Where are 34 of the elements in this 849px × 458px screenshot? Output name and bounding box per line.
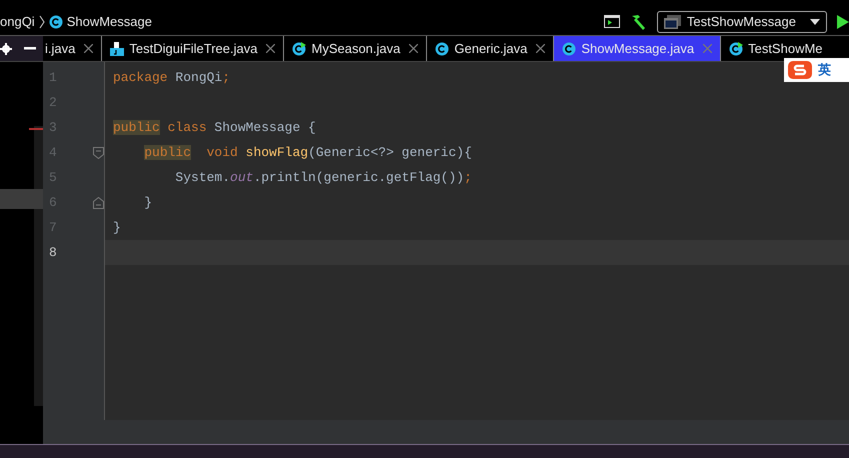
close-icon[interactable] xyxy=(409,44,418,53)
fold-start-icon[interactable] xyxy=(93,146,104,158)
code-line: public class ShowMessage { xyxy=(113,120,316,135)
ime-indicator[interactable]: 英 xyxy=(784,58,849,82)
run-icon[interactable] xyxy=(837,14,849,28)
class-run-icon xyxy=(292,42,306,56)
settings-icon[interactable] xyxy=(0,42,12,54)
code-line: } xyxy=(113,220,121,235)
code-line: package RongQi; xyxy=(113,70,230,85)
caret-icon xyxy=(810,18,820,24)
code-line: } xyxy=(143,195,152,210)
breadcrumb-item[interactable]: ongQi xyxy=(0,12,35,32)
class-icon xyxy=(48,14,63,28)
close-icon[interactable] xyxy=(84,44,94,53)
code-line: public void showFlag(Generic<?> generic){ xyxy=(143,145,472,160)
window-icon xyxy=(664,14,681,28)
run-configuration-dropdown[interactable]: TestShowMessage xyxy=(656,10,827,32)
hammer-icon[interactable] xyxy=(630,14,647,30)
minimize-icon[interactable] xyxy=(24,47,36,50)
close-icon[interactable] xyxy=(266,44,276,53)
close-icon[interactable] xyxy=(536,44,546,53)
line-number: 8 xyxy=(48,244,58,262)
breadcrumb-item[interactable]: ShowMessage xyxy=(66,12,152,32)
s-logo-icon xyxy=(788,61,812,79)
class-icon xyxy=(435,42,450,56)
class-icon xyxy=(562,42,576,56)
editor-tab[interactable]: i.java xyxy=(43,36,102,61)
run-console-icon[interactable] xyxy=(604,15,620,28)
java-file-icon xyxy=(110,42,124,56)
chevron-icon xyxy=(38,14,45,28)
code-line: System.out.println(generic.getFlag()); xyxy=(174,170,472,185)
class-run-icon xyxy=(729,42,744,56)
fold-end-icon[interactable] xyxy=(93,196,104,208)
editor-tab[interactable]: ShowMessage.java xyxy=(554,36,722,61)
